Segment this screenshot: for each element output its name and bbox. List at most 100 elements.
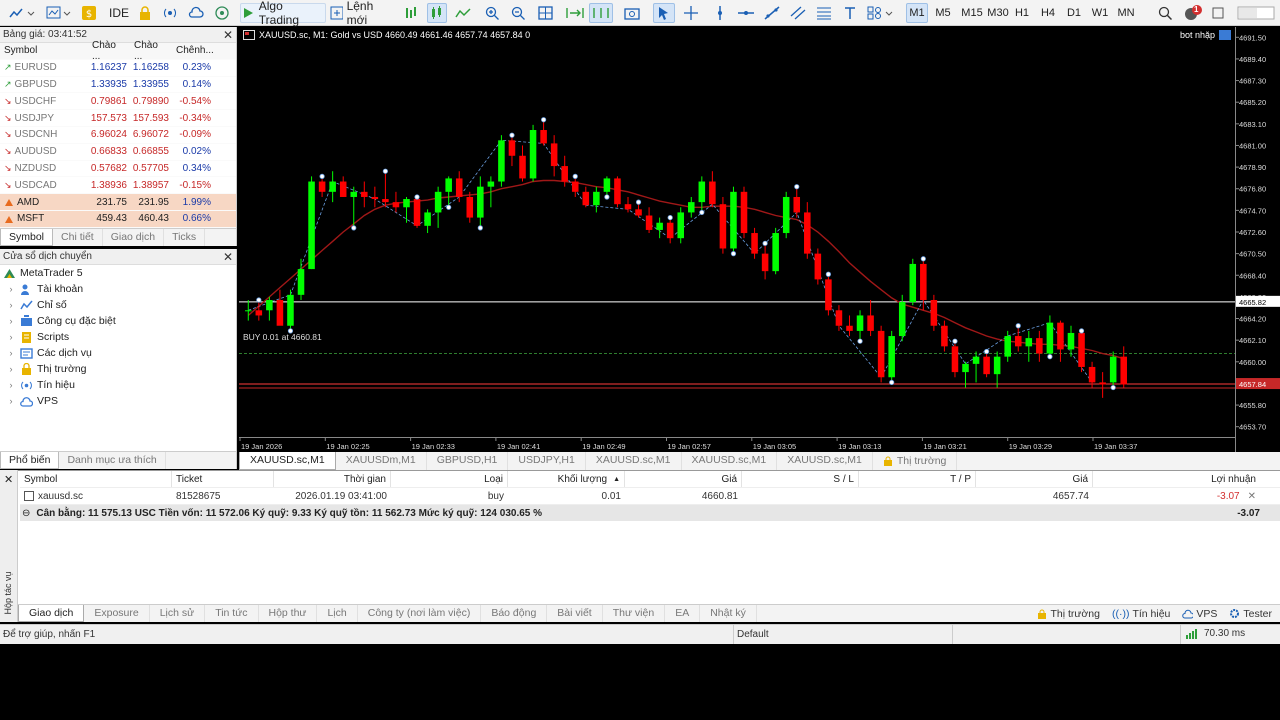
trade-tp[interactable] (859, 488, 976, 504)
chart-tab[interactable]: XAUUSD.sc,M1 (682, 452, 778, 470)
tab-calendar[interactable]: Lịch (317, 605, 358, 622)
tab-favorites[interactable]: Danh mục ưa thích (59, 452, 166, 469)
navigator-item[interactable]: › Tín hiệu (0, 377, 236, 393)
tab-mailbox[interactable]: Hộp thư (259, 605, 318, 622)
candles-icon[interactable] (427, 3, 447, 23)
chart-tab[interactable]: XAUUSD.sc,M1 (777, 452, 873, 470)
timeframe-m30[interactable]: M30 (984, 3, 1012, 23)
close-icon[interactable]: ✕ (223, 28, 233, 42)
col-price[interactable]: Giá (625, 471, 742, 487)
screenshot-icon[interactable] (622, 3, 642, 23)
market-link[interactable]: Thị trường (1037, 608, 1100, 620)
navigator-item[interactable]: › Tài khoản (0, 281, 236, 297)
tab-articles[interactable]: Bài viết (547, 605, 603, 622)
navigator-item[interactable]: › Công cụ đặc biệt (0, 313, 236, 329)
new-order-button[interactable]: Lệnh mới (330, 0, 392, 27)
close-position-icon[interactable]: ✕ (1248, 491, 1256, 502)
timeframe-h1[interactable]: H1 (1011, 3, 1033, 23)
chart-tab[interactable]: GBPUSD,H1 (427, 452, 509, 470)
ide-button[interactable]: IDE (107, 3, 131, 23)
chevron-right-icon[interactable]: › (6, 300, 16, 310)
chart-type-icon[interactable] (6, 3, 38, 23)
col-tp[interactable]: T / P (859, 471, 976, 487)
chevron-right-icon[interactable]: › (6, 396, 16, 406)
grid-icon[interactable] (536, 3, 556, 23)
price-chart[interactable]: XAUUSD.sc, M1: Gold vs USD 4660.49 4661.… (239, 27, 1235, 437)
navigator-item[interactable]: › Chỉ số (0, 297, 236, 313)
trade-row[interactable]: xauusd.sc 81528675 2026.01.19 03:41:00 b… (20, 488, 1280, 505)
timeframe-w1[interactable]: W1 (1089, 3, 1111, 23)
collapse-icon[interactable]: ⊖ (20, 508, 36, 519)
tab-alerts[interactable]: Báo động (481, 605, 548, 622)
dollar-icon[interactable]: $ (81, 3, 97, 23)
chart-shift-icon[interactable] (589, 3, 613, 23)
chart-tab[interactable]: USDJPY,H1 (508, 452, 586, 470)
close-icon[interactable]: ✕ (223, 250, 233, 264)
timeframe-m1[interactable]: M1 (906, 3, 928, 23)
col-profit[interactable]: Lợi nhuận (1093, 471, 1260, 487)
col-sl[interactable]: S / L (742, 471, 859, 487)
navigator-root[interactable]: MetaTrader 5 (0, 265, 236, 281)
tab-journal[interactable]: Nhật ký (700, 605, 757, 622)
tab-common[interactable]: Phổ biến (0, 452, 60, 469)
chart-tab[interactable]: XAUUSDm,M1 (336, 452, 427, 470)
zoom-in-icon[interactable] (484, 3, 502, 23)
col-time[interactable]: Thời gian (274, 471, 391, 487)
close-icon[interactable]: ✕ (4, 473, 13, 486)
chevron-right-icon[interactable]: › (6, 348, 16, 358)
market-watch-row[interactable]: ↗ GBPUSD 1.33935 1.33955 0.14% (0, 77, 236, 94)
line-chart-icon[interactable] (453, 3, 473, 23)
tab-news[interactable]: Tin tức (205, 605, 259, 622)
tab-trading[interactable]: Giao dịch (103, 229, 165, 246)
expert-advisor-label[interactable]: bot nhặp (1180, 30, 1231, 40)
trendline-icon[interactable] (762, 3, 782, 23)
navigator-item[interactable]: › VPS (0, 393, 236, 409)
timeframe-d1[interactable]: D1 (1063, 3, 1085, 23)
market-watch-row[interactable]: ↘ NZDUSD 0.57682 0.57705 0.34% (0, 161, 236, 178)
channel-icon[interactable] (788, 3, 808, 23)
navigator-item[interactable]: › Scripts (0, 329, 236, 345)
signal-icon[interactable] (161, 3, 179, 23)
tab-ticks[interactable]: Ticks (164, 229, 206, 246)
market-watch-row[interactable]: AMD 231.75 231.95 1.99% (0, 194, 236, 211)
tab-symbol[interactable]: Symbol (0, 229, 54, 246)
column-header[interactable]: Chào ... (88, 40, 130, 62)
market-watch-row[interactable]: ↘ USDJPY 157.573 157.593 -0.34% (0, 110, 236, 127)
navigator-item[interactable]: › Các dịch vụ (0, 345, 236, 361)
connection-status[interactable]: 70.30 ms (1186, 628, 1245, 639)
tab-details[interactable]: Chi tiết (53, 229, 103, 246)
market-watch-row[interactable]: ↘ AUDUSD 0.66833 0.66855 0.02% (0, 144, 236, 161)
depth-icon[interactable] (402, 3, 420, 23)
vertical-line-icon[interactable] (711, 3, 729, 23)
signals-link[interactable]: ((·)) Tín hiệu (1112, 608, 1170, 620)
profile-switch[interactable] (1236, 3, 1276, 23)
timeframe-h4[interactable]: H4 (1037, 3, 1059, 23)
navigator-item[interactable]: › Thị trường (0, 361, 236, 377)
chevron-right-icon[interactable]: › (6, 332, 16, 342)
market-watch-row[interactable]: ↘ USDCNH 6.96024 6.96072 -0.09% (0, 127, 236, 144)
search-icon[interactable] (1156, 3, 1174, 23)
chart-tab[interactable]: XAUUSD.sc,M1 (586, 452, 682, 470)
tab-trade[interactable]: Giao dịch (18, 605, 85, 622)
chart-canvas[interactable] (239, 27, 1235, 437)
tab-history[interactable]: Lịch sử (150, 605, 206, 622)
cursor-icon[interactable] (653, 3, 675, 23)
cloud-icon[interactable] (187, 3, 205, 23)
chevron-right-icon[interactable]: › (6, 316, 16, 326)
column-header[interactable]: Chênh... (172, 45, 215, 56)
autoscroll-icon[interactable] (564, 3, 586, 23)
chart-tab[interactable]: XAUUSD.sc,M1 (239, 452, 336, 470)
market-watch-row[interactable]: ↘ USDCHF 0.79861 0.79890 -0.54% (0, 93, 236, 111)
column-header[interactable]: Chào ... (130, 40, 172, 62)
market-watch-row[interactable]: ↗ EURUSD 1.16237 1.16258 0.23% (0, 60, 236, 77)
col-ticket[interactable]: Ticket (172, 471, 274, 487)
timeframe-mn[interactable]: MN (1115, 3, 1137, 23)
chevron-right-icon[interactable]: › (6, 284, 16, 294)
tab-experts[interactable]: EA (665, 605, 701, 622)
text-tool-icon[interactable] (840, 3, 860, 23)
col-current-price[interactable]: Giá (976, 471, 1093, 487)
vps-link[interactable]: VPS (1182, 608, 1217, 620)
col-symbol[interactable]: Symbol (20, 471, 172, 487)
algo-trading-button[interactable]: Algo Trading (240, 0, 326, 27)
minimize-icon[interactable] (1208, 3, 1228, 23)
